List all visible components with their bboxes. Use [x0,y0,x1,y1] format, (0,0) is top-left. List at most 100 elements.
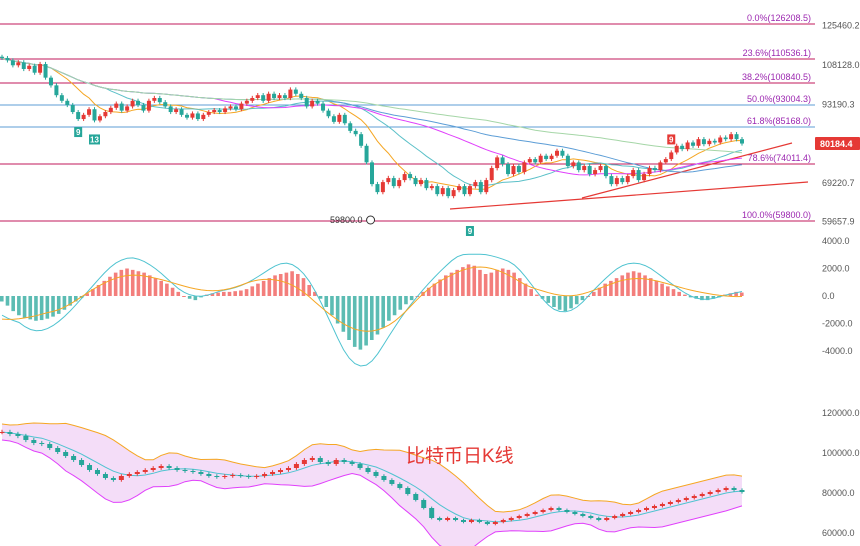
boll-candle-body [301,460,307,464]
macd-bar [307,285,311,296]
macd-bar [119,269,124,296]
candle-body [370,162,374,185]
macd-bar [381,296,385,328]
macd-bar [455,269,459,296]
macd-bar [535,294,539,296]
candle-body [250,97,255,101]
macd-tick-label: -4000.0 [822,346,853,356]
candle-body [391,178,396,187]
macd-bar [17,296,21,316]
price-tick-label: 69220.7 [822,178,855,188]
candle-body [174,109,179,113]
boll-candle-body [667,502,673,504]
boll-candle-body [94,470,100,474]
candle-body [359,134,364,146]
macd-bar [330,296,334,316]
boll-tick-label: 60000.0 [822,528,855,538]
candle-body [506,164,511,175]
candle-body [185,114,189,118]
boll-candle-body [293,464,299,468]
candle-body [272,93,277,98]
macd-bar [364,296,368,346]
macd-bar [290,271,294,296]
candle-body [734,134,739,140]
fib-label: 61.8%(85168.0) [747,116,811,126]
candle-body [527,159,532,163]
candle-body [65,100,70,106]
macd-bar [489,272,494,296]
candle-body [288,89,293,98]
candle-body [669,152,674,160]
candle-body [310,100,315,107]
macd-bar [740,292,744,296]
candle-body [136,100,141,106]
boll-candle-body [516,516,522,518]
btc-chart[interactable]: 0.0%(126208.5) 23.6%(110536.1) 38.2%(10084… [0,0,860,546]
candle-body [195,113,200,120]
macd-bar [654,280,659,296]
macd-bar [0,296,4,302]
candle-body [353,130,358,135]
price-tick-label: 125460.2 [822,21,860,31]
candle-body [16,62,21,66]
macd-bar [267,278,272,296]
boll-candle-body [365,468,371,472]
macd-bar [506,269,511,296]
candle-body [576,162,581,171]
candle-body [555,150,559,156]
boll-candle-body [588,516,594,518]
boll-candle-body [87,465,93,470]
candle-body [364,145,369,163]
boll-candle-body [644,508,650,510]
macd-bar [233,291,237,296]
macd-bar [182,296,186,297]
macd-bar [631,271,636,296]
boll-candle-body [126,474,132,476]
boll-candle-body [134,472,140,474]
macd-bar [113,272,118,296]
macd-bar [193,296,198,301]
boll-candle-body [270,472,276,474]
macd-tick-label: 2000.0 [822,264,850,274]
candle-body [740,139,744,144]
candle-body [315,100,320,104]
boll-candle-body [110,478,116,480]
macd-bar [660,283,664,296]
boll-candle-body [413,494,419,500]
candle-body [38,64,43,73]
candle-body [723,137,728,140]
macd-bar [34,296,38,321]
boll-candle-body [166,466,172,468]
boll-candle-body [71,456,77,460]
boll-candle-body [182,470,188,471]
candle-body [533,159,538,163]
boll-candle-body [500,520,506,522]
boll-candle-body [723,488,729,490]
macd-bar [256,283,260,296]
boll-candle-body [381,476,387,480]
boll-candle-body [707,492,713,494]
candle-body [223,108,228,113]
macd-bar [153,278,158,296]
price-axis: 125460.2 108128.0 93190.3 69220.7 59657.9 [822,21,860,227]
candle-body [674,145,679,153]
candle-body [114,103,119,108]
fib-label: 78.6%(74011.4) [748,153,811,163]
candle-body [342,114,347,124]
boll-candle-body [628,512,634,514]
candle-body [321,103,326,111]
macd-bar [671,289,676,296]
candle-body [495,157,500,169]
macd-bar [392,296,397,316]
candle-body [43,64,48,78]
candle-body [119,103,124,111]
candle-body [179,109,184,115]
fib-label: 23.6%(110536.1) [743,48,811,58]
candle-body [424,180,429,189]
candle-body [631,170,636,177]
chart-title: 比特币日K线 [406,445,514,467]
boll-candle-body [731,488,737,490]
macd-bar [626,272,630,296]
macd-bar [45,296,50,319]
candle-body [380,182,385,193]
